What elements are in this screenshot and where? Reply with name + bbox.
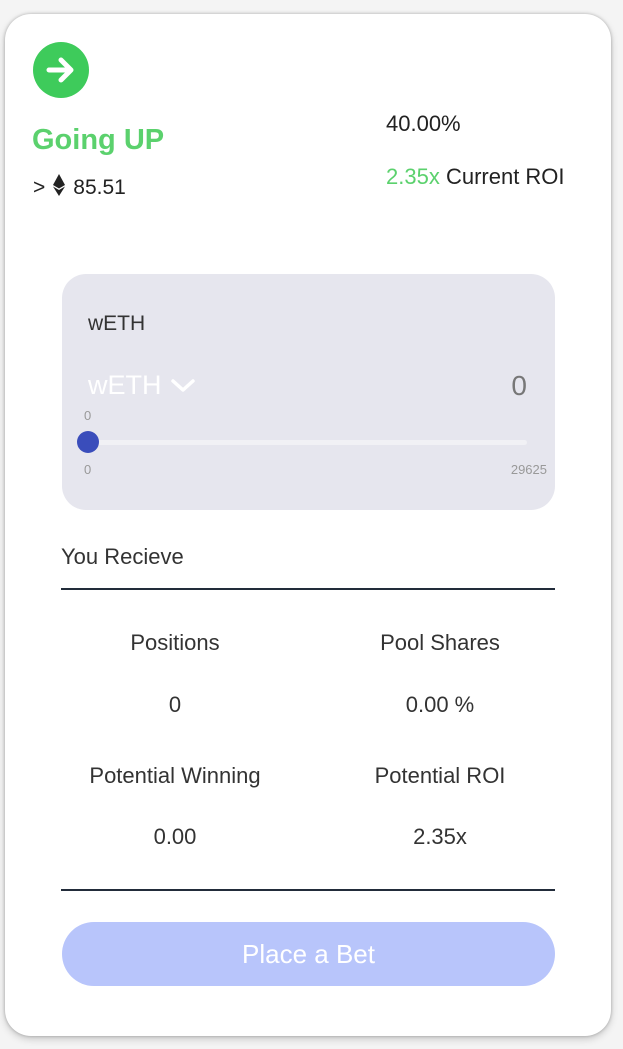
divider bbox=[61, 588, 555, 590]
chevron-down-icon bbox=[170, 370, 196, 401]
amount-input[interactable]: 0 bbox=[511, 370, 527, 402]
pool-shares-value: 0.00 % bbox=[405, 692, 475, 717]
slider-current-value: 0 bbox=[84, 408, 92, 423]
place-bet-button[interactable]: Place a Bet bbox=[62, 922, 555, 986]
pool-shares-label: Pool Shares bbox=[380, 630, 500, 655]
receive-heading: You Recieve bbox=[61, 544, 184, 569]
amount-slider-track[interactable] bbox=[88, 440, 527, 445]
positions-value: 0 bbox=[168, 692, 182, 717]
bet-amount-panel: wETH wETH 0 0 0 29625 bbox=[62, 274, 555, 510]
potential-roi-label: Potential ROI bbox=[374, 763, 506, 788]
roi-value: 2.35x bbox=[386, 164, 440, 189]
potential-winning-value: 0.00 bbox=[153, 824, 197, 849]
potential-roi-value: 2.35x bbox=[413, 824, 467, 849]
token-select[interactable]: wETH bbox=[88, 370, 196, 401]
direction-label: Going UP bbox=[32, 124, 165, 156]
token-label: wETH bbox=[88, 312, 146, 335]
bet-card: Going UP > 85.51 40.00% 2.35x Current RO… bbox=[5, 14, 611, 1036]
price-threshold: > 85.51 bbox=[33, 174, 126, 202]
divider bbox=[61, 889, 555, 891]
amount-slider-thumb[interactable] bbox=[77, 431, 99, 453]
selected-token: wETH bbox=[88, 370, 162, 400]
slider-min-label: 0 bbox=[84, 462, 92, 477]
price-value: 85.51 bbox=[73, 176, 126, 199]
roi-label: Current ROI bbox=[445, 164, 565, 189]
current-roi: 2.35x Current ROI bbox=[386, 164, 565, 190]
potential-winning-label: Potential Winning bbox=[89, 763, 261, 788]
ethereum-icon bbox=[53, 174, 66, 202]
pool-percentage: 40.00% bbox=[386, 111, 461, 136]
positions-label: Positions bbox=[130, 630, 220, 655]
slider-max-label: 29625 bbox=[510, 462, 547, 477]
price-prefix: > bbox=[33, 176, 46, 199]
arrow-right-icon bbox=[33, 42, 89, 98]
